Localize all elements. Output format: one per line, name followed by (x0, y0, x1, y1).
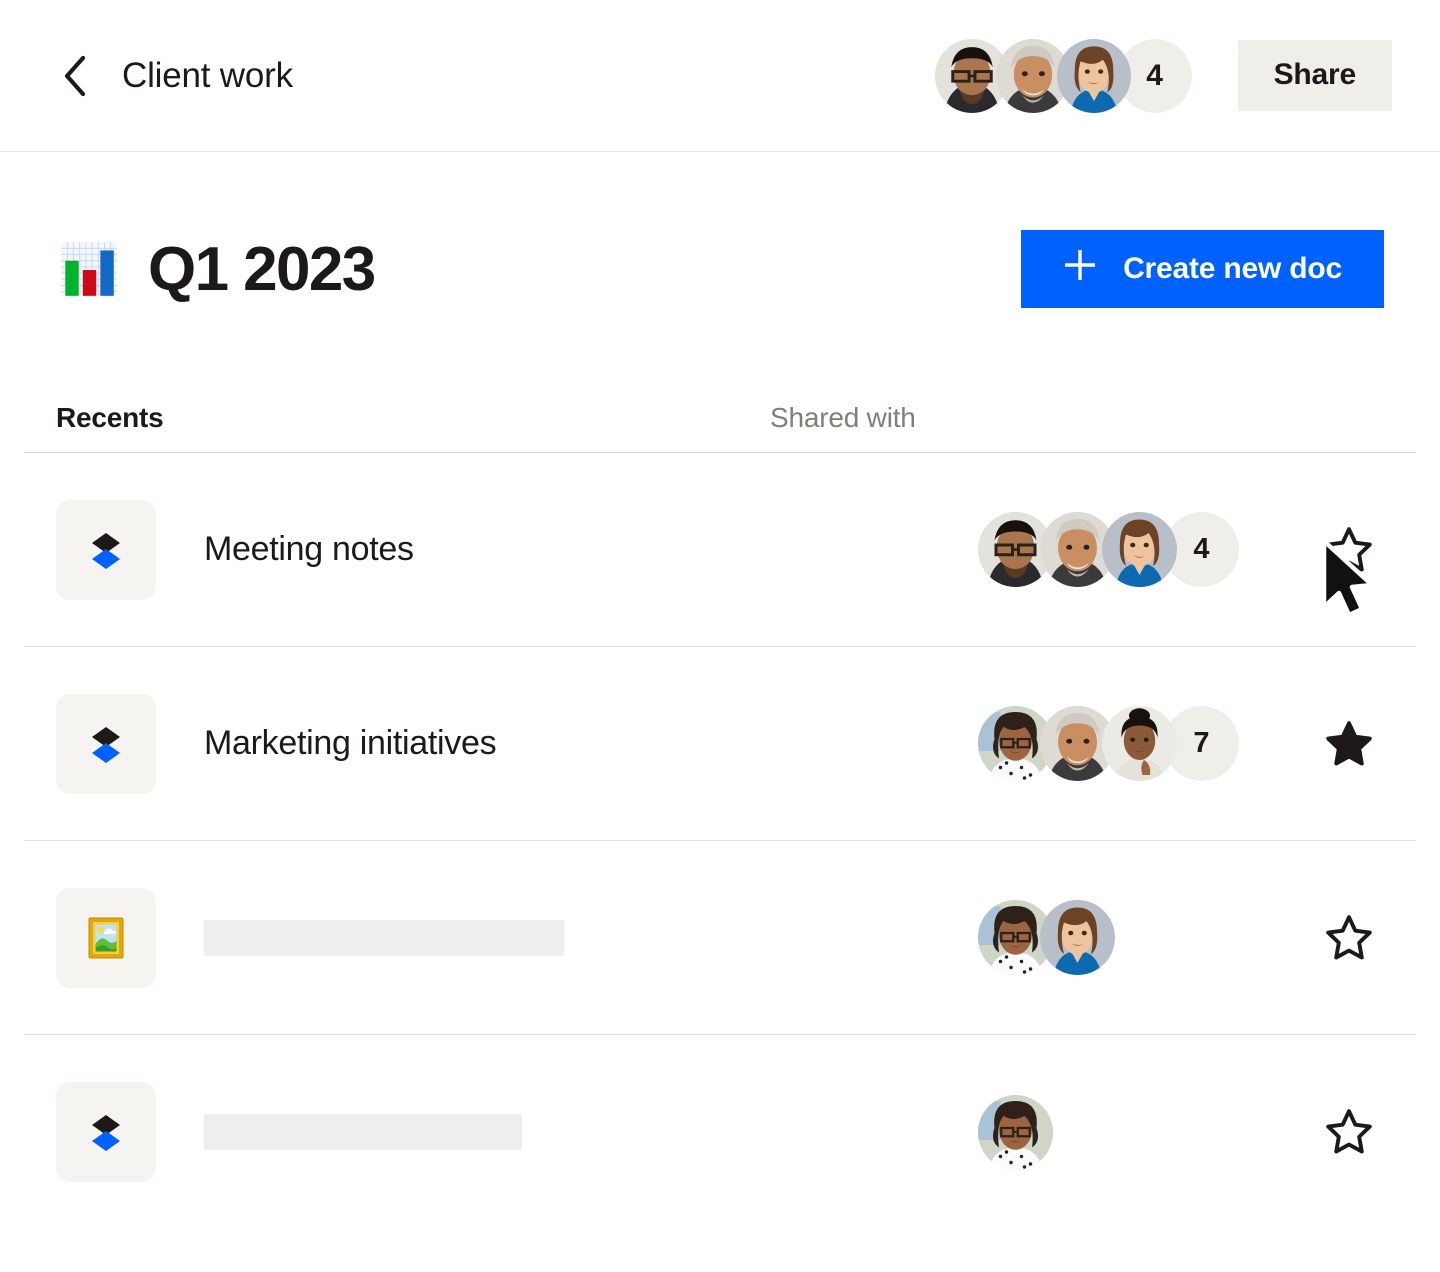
shared-with-cell (978, 900, 1284, 975)
breadcrumb-title: Client work (122, 56, 293, 96)
shared-with-cell (978, 1095, 1284, 1170)
shared-avatar-stack[interactable]: 7 (978, 706, 1239, 781)
top-bar-actions: 4 Share (935, 39, 1392, 113)
table-row[interactable]: Meeting notes 4 (24, 453, 1416, 647)
file-icon-container (56, 888, 156, 988)
shared-avatar-stack[interactable]: 4 (978, 512, 1239, 587)
shared-avatar-stack[interactable] (978, 900, 1115, 975)
file-name-placeholder (204, 1114, 522, 1150)
plus-icon (1063, 248, 1097, 290)
file-name: Marketing initiatives (204, 724, 978, 763)
top-bar: Client work (0, 0, 1440, 152)
star-outline-icon[interactable] (1322, 1106, 1376, 1158)
bar-chart-emoji (56, 236, 122, 302)
column-header-name: Recents (56, 402, 770, 434)
star-outline-icon[interactable] (1322, 524, 1376, 576)
back-button[interactable] (56, 57, 94, 95)
file-icon-container (56, 500, 156, 600)
star-filled-icon[interactable] (1322, 718, 1376, 770)
favorite-toggle[interactable] (1284, 524, 1384, 576)
column-header-shared: Shared with (770, 402, 916, 434)
page-title: Q1 2023 (148, 234, 375, 305)
avatar (1102, 512, 1177, 587)
share-button[interactable]: Share (1238, 40, 1392, 110)
shared-with-cell: 4 (978, 512, 1284, 587)
dropbox-paper-icon (80, 718, 132, 770)
create-new-doc-label: Create new doc (1123, 252, 1342, 286)
file-name: Meeting notes (204, 530, 978, 569)
table-row[interactable] (24, 841, 1416, 1035)
table-row[interactable]: Marketing initiatives (24, 647, 1416, 841)
framed-picture-emoji (82, 914, 130, 962)
favorite-toggle[interactable] (1284, 912, 1384, 964)
favorite-toggle[interactable] (1284, 1106, 1384, 1158)
list-rows: Meeting notes 4 (24, 453, 1416, 1229)
dropbox-paper-icon (80, 1106, 132, 1158)
page-header: Q1 2023 Create new doc (0, 230, 1440, 308)
star-outline-icon[interactable] (1322, 912, 1376, 964)
chevron-left-icon (62, 55, 88, 97)
list-column-header: Recents Shared with (24, 402, 1416, 453)
avatar (1102, 706, 1177, 781)
shared-avatar-stack[interactable] (978, 1095, 1053, 1170)
recents-list: Recents Shared with Meeting notes (0, 402, 1440, 1229)
shared-with-cell: 7 (978, 706, 1284, 781)
favorite-toggle[interactable] (1284, 718, 1384, 770)
member-avatar-stack[interactable]: 4 (935, 39, 1192, 113)
dropbox-paper-icon (80, 524, 132, 576)
avatar (978, 1095, 1053, 1170)
table-row[interactable] (24, 1035, 1416, 1229)
avatar (1057, 39, 1131, 113)
avatar (1040, 900, 1115, 975)
file-name-placeholder (204, 920, 564, 956)
create-new-doc-button[interactable]: Create new doc (1021, 230, 1384, 308)
file-icon-container (56, 694, 156, 794)
file-icon-container (56, 1082, 156, 1182)
